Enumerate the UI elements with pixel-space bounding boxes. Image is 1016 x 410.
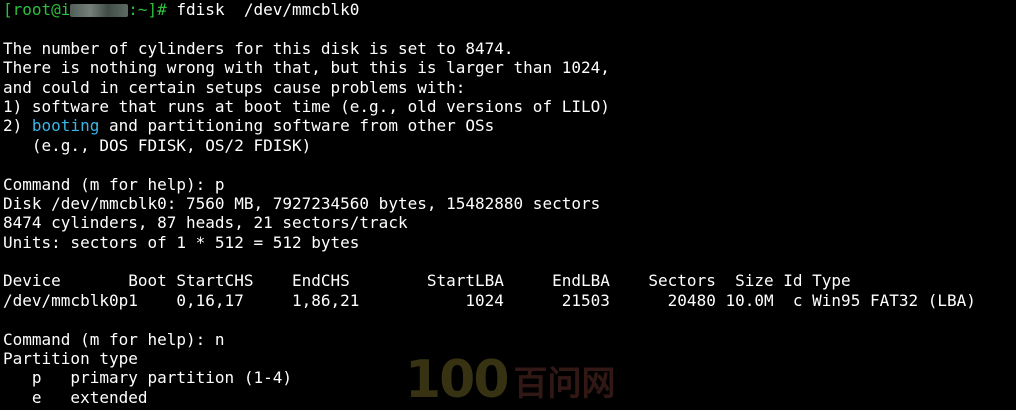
- warning-line-prefix: 2): [3, 116, 32, 136]
- partition-table-row: /dev/mmcblk0p1 0,16,17 1,86,21 1024 2150…: [3, 290, 976, 310]
- disk-geometry-line: 8474 cylinders, 87 heads, 21 sectors/tra…: [3, 213, 408, 233]
- shell-prompt-line: [root@i :~]# fdisk /dev/mmcblk0: [3, 0, 1013, 19]
- partition-option-primary: p primary partition (1-4): [3, 368, 292, 388]
- redacted-hostname: [70, 4, 129, 17]
- terminal-output: [root@i :~]# fdisk /dev/mmcblk0 The numbe…: [3, 0, 1013, 407]
- warning-line: (e.g., DOS FDISK, OS/2 FDISK): [3, 135, 312, 155]
- fdisk-command-line: Command (m for help): p: [3, 174, 225, 194]
- warning-line: and could in certain setups cause proble…: [3, 77, 466, 97]
- highlighted-word: booting: [31, 116, 100, 136]
- shell-command: fdisk /dev/mmcblk0: [176, 0, 360, 19]
- disk-units-line: Units: sectors of 1 * 512 = 512 bytes: [3, 232, 360, 252]
- warning-line-rest: and partitioning software from other OSs: [99, 116, 495, 136]
- shell-prompt-suffix: :~]#: [128, 0, 177, 19]
- warning-line: 2) booting and partitioning software fro…: [3, 116, 1013, 135]
- fdisk-command-line: Command (m for help): n: [3, 329, 225, 349]
- shell-prompt-user: [root@i: [3, 0, 71, 19]
- warning-line: The number of cylinders for this disk is…: [3, 38, 514, 58]
- warning-line: 1) software that runs at boot time (e.g.…: [3, 96, 610, 116]
- disk-info-line: Disk /dev/mmcblk0: 7560 MB, 7927234560 b…: [3, 193, 601, 213]
- partition-option-extended: e extended: [3, 387, 148, 407]
- partition-table-header: Device Boot StartCHS EndCHS StartLBA End…: [3, 271, 851, 291]
- partition-type-label: Partition type: [3, 349, 138, 369]
- warning-line: There is nothing wrong with that, but th…: [3, 58, 610, 78]
